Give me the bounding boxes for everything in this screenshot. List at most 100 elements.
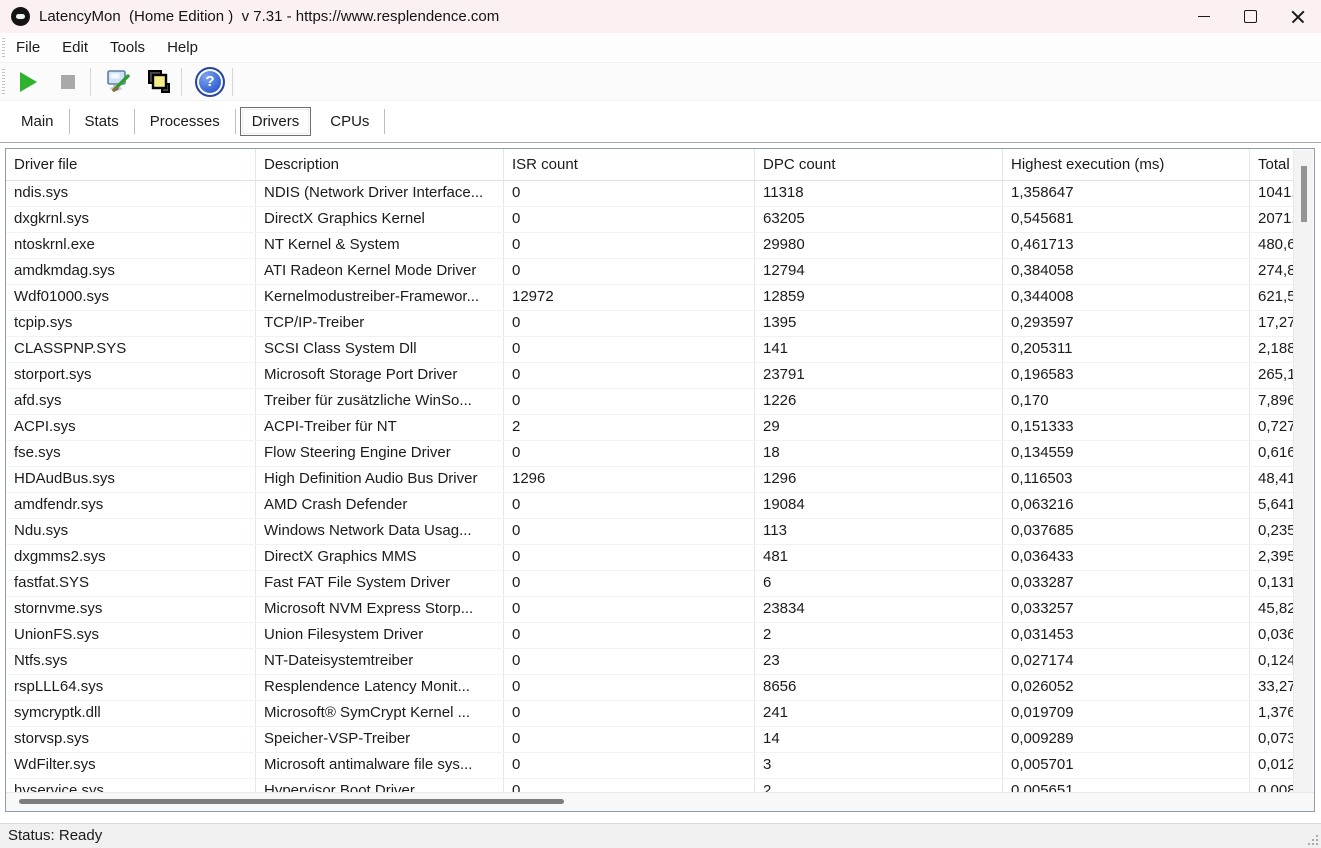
cell-isr-count: 0 (504, 545, 755, 570)
cell-total: 17,27 (1258, 314, 1294, 331)
column-header-description[interactable]: Description (256, 149, 504, 180)
table-row[interactable]: UnionFS.sys Union Filesystem Driver 0 2 … (6, 623, 1294, 649)
toolbar-grip[interactable] (2, 68, 5, 95)
cell-driver-file: storport.sys (6, 363, 256, 388)
cell-isr-count: 0 (504, 363, 755, 388)
horizontal-scrollbar[interactable] (6, 792, 1314, 811)
toolbar: ? (0, 63, 1321, 101)
table-row[interactable]: amdfendr.sys AMD Crash Defender 0 19084 … (6, 493, 1294, 519)
copy-report-button[interactable] (142, 67, 176, 97)
help-icon: ? (195, 66, 225, 97)
toolbar-separator (232, 67, 233, 96)
cell-total: 0,131 (1258, 574, 1294, 591)
cell-dpc-count: 12859 (755, 285, 1003, 310)
table-row[interactable]: afd.sys Treiber für zusätzliche WinSo...… (6, 389, 1294, 415)
table-row[interactable]: dxgkrnl.sys DirectX Graphics Kernel 0 63… (6, 207, 1294, 233)
table-row[interactable]: tcpip.sys TCP/IP-Treiber 0 1395 0,293597… (6, 311, 1294, 337)
tab-cpus[interactable]: CPUs (315, 108, 384, 135)
cell-description: NT-Dateisystemtreiber (256, 649, 504, 674)
cell-total: 33,27 (1258, 678, 1294, 695)
horizontal-scrollbar-thumb[interactable] (19, 799, 564, 804)
cell-highest-execution: 0,151333 (1003, 415, 1250, 440)
table-row[interactable]: symcryptk.dll Microsoft® SymCrypt Kernel… (6, 701, 1294, 727)
cell-isr-count: 0 (504, 207, 755, 232)
vertical-scrollbar-thumb[interactable] (1301, 166, 1307, 222)
window-controls (1180, 0, 1321, 33)
cell-dpc-count: 11318 (755, 181, 1003, 206)
cell-total: 0,616 (1258, 444, 1294, 461)
cell-description: Microsoft NVM Express Storp... (256, 597, 504, 622)
menu-help[interactable]: Help (156, 34, 209, 62)
column-header-driver-file[interactable]: Driver file (6, 149, 256, 180)
cell-isr-count: 0 (504, 493, 755, 518)
stop-monitor-button[interactable] (51, 67, 85, 97)
table-row[interactable]: storport.sys Microsoft Storage Port Driv… (6, 363, 1294, 389)
table-row[interactable]: ACPI.sys ACPI-Treiber für NT 2 29 0,1513… (6, 415, 1294, 441)
table-row[interactable]: fse.sys Flow Steering Engine Driver 0 18… (6, 441, 1294, 467)
menu-tools[interactable]: Tools (99, 34, 156, 62)
cell-driver-file: fastfat.SYS (6, 571, 256, 596)
cell-dpc-count: 14 (755, 727, 1003, 752)
cell-dpc-count: 241 (755, 701, 1003, 726)
start-monitor-button[interactable] (11, 67, 45, 97)
cell-isr-count: 0 (504, 233, 755, 258)
column-header-total[interactable]: Total (1250, 149, 1294, 180)
help-button[interactable]: ? (193, 66, 227, 97)
copy-report-icon (148, 69, 170, 93)
tab-stats[interactable]: Stats (70, 108, 134, 135)
cell-description: Flow Steering Engine Driver (256, 441, 504, 466)
cell-highest-execution: 0,293597 (1003, 311, 1250, 336)
table-row[interactable]: stornvme.sys Microsoft NVM Express Storp… (6, 597, 1294, 623)
minimize-button[interactable] (1180, 0, 1227, 33)
table-row[interactable]: Wdf01000.sys Kernelmodustreiber-Framewor… (6, 285, 1294, 311)
table-row[interactable]: storvsp.sys Speicher-VSP-Treiber 0 14 0,… (6, 727, 1294, 753)
column-header-dpc-count[interactable]: DPC count (755, 149, 1003, 180)
table-row[interactable]: fastfat.SYS Fast FAT File System Driver … (6, 571, 1294, 597)
tab-separator (234, 109, 236, 134)
table-row[interactable]: hvservice.sys Hypervisor Boot Driver 0 2… (6, 779, 1294, 792)
table-row[interactable]: dxgmms2.sys DirectX Graphics MMS 0 481 0… (6, 545, 1294, 571)
vertical-scrollbar[interactable] (1293, 150, 1313, 792)
cell-highest-execution: 0,461713 (1003, 233, 1250, 258)
tab-main[interactable]: Main (6, 108, 69, 135)
cell-total: 265,1 (1258, 366, 1294, 383)
table-row[interactable]: ndis.sys NDIS (Network Driver Interface.… (6, 181, 1294, 207)
column-header-highest-execution[interactable]: Highest execution (ms) (1003, 149, 1250, 180)
cell-total: 48,41 (1258, 470, 1294, 487)
resize-grip[interactable] (1305, 832, 1318, 845)
cell-driver-file: symcryptk.dll (6, 701, 256, 726)
table-row[interactable]: Ndu.sys Windows Network Data Usag... 0 1… (6, 519, 1294, 545)
cell-total: 0,727 (1258, 418, 1294, 435)
maximize-button[interactable] (1227, 0, 1274, 33)
table-row[interactable]: ntoskrnl.exe NT Kernel & System 0 29980 … (6, 233, 1294, 259)
cell-dpc-count: 113 (755, 519, 1003, 544)
cell-highest-execution: 0,027174 (1003, 649, 1250, 674)
cell-dpc-count: 23834 (755, 597, 1003, 622)
menu-edit[interactable]: Edit (51, 34, 99, 62)
table-row[interactable]: amdkmdag.sys ATI Radeon Kernel Mode Driv… (6, 259, 1294, 285)
cell-isr-count: 0 (504, 181, 755, 206)
table-row[interactable]: WdFilter.sys Microsoft antimalware file … (6, 753, 1294, 779)
cell-driver-file: WdFilter.sys (6, 753, 256, 778)
table-row[interactable]: Ntfs.sys NT-Dateisystemtreiber 0 23 0,02… (6, 649, 1294, 675)
table-row[interactable]: rspLLL64.sys Resplendence Latency Monit.… (6, 675, 1294, 701)
minimize-icon (1197, 15, 1210, 18)
cell-highest-execution: 0,170 (1003, 389, 1250, 414)
menu-file[interactable]: File (5, 34, 51, 62)
cell-highest-execution: 1,358647 (1003, 181, 1250, 206)
cell-driver-file: HDAudBus.sys (6, 467, 256, 492)
options-button[interactable] (102, 67, 136, 97)
cell-dpc-count: 19084 (755, 493, 1003, 518)
cell-dpc-count: 2 (755, 779, 1003, 792)
table-row[interactable]: HDAudBus.sys High Definition Audio Bus D… (6, 467, 1294, 493)
cell-driver-file: ndis.sys (6, 181, 256, 206)
tab-drivers[interactable]: Drivers (239, 107, 312, 136)
cell-total: 2,188 (1258, 340, 1294, 357)
cell-total: 7,896 (1258, 392, 1294, 409)
cell-driver-file: ACPI.sys (6, 415, 256, 440)
column-header-isr-count[interactable]: ISR count (504, 149, 755, 180)
table-row[interactable]: CLASSPNP.SYS SCSI Class System Dll 0 141… (6, 337, 1294, 363)
cell-description: Resplendence Latency Monit... (256, 675, 504, 700)
tab-processes[interactable]: Processes (135, 108, 235, 135)
close-button[interactable] (1274, 0, 1321, 33)
